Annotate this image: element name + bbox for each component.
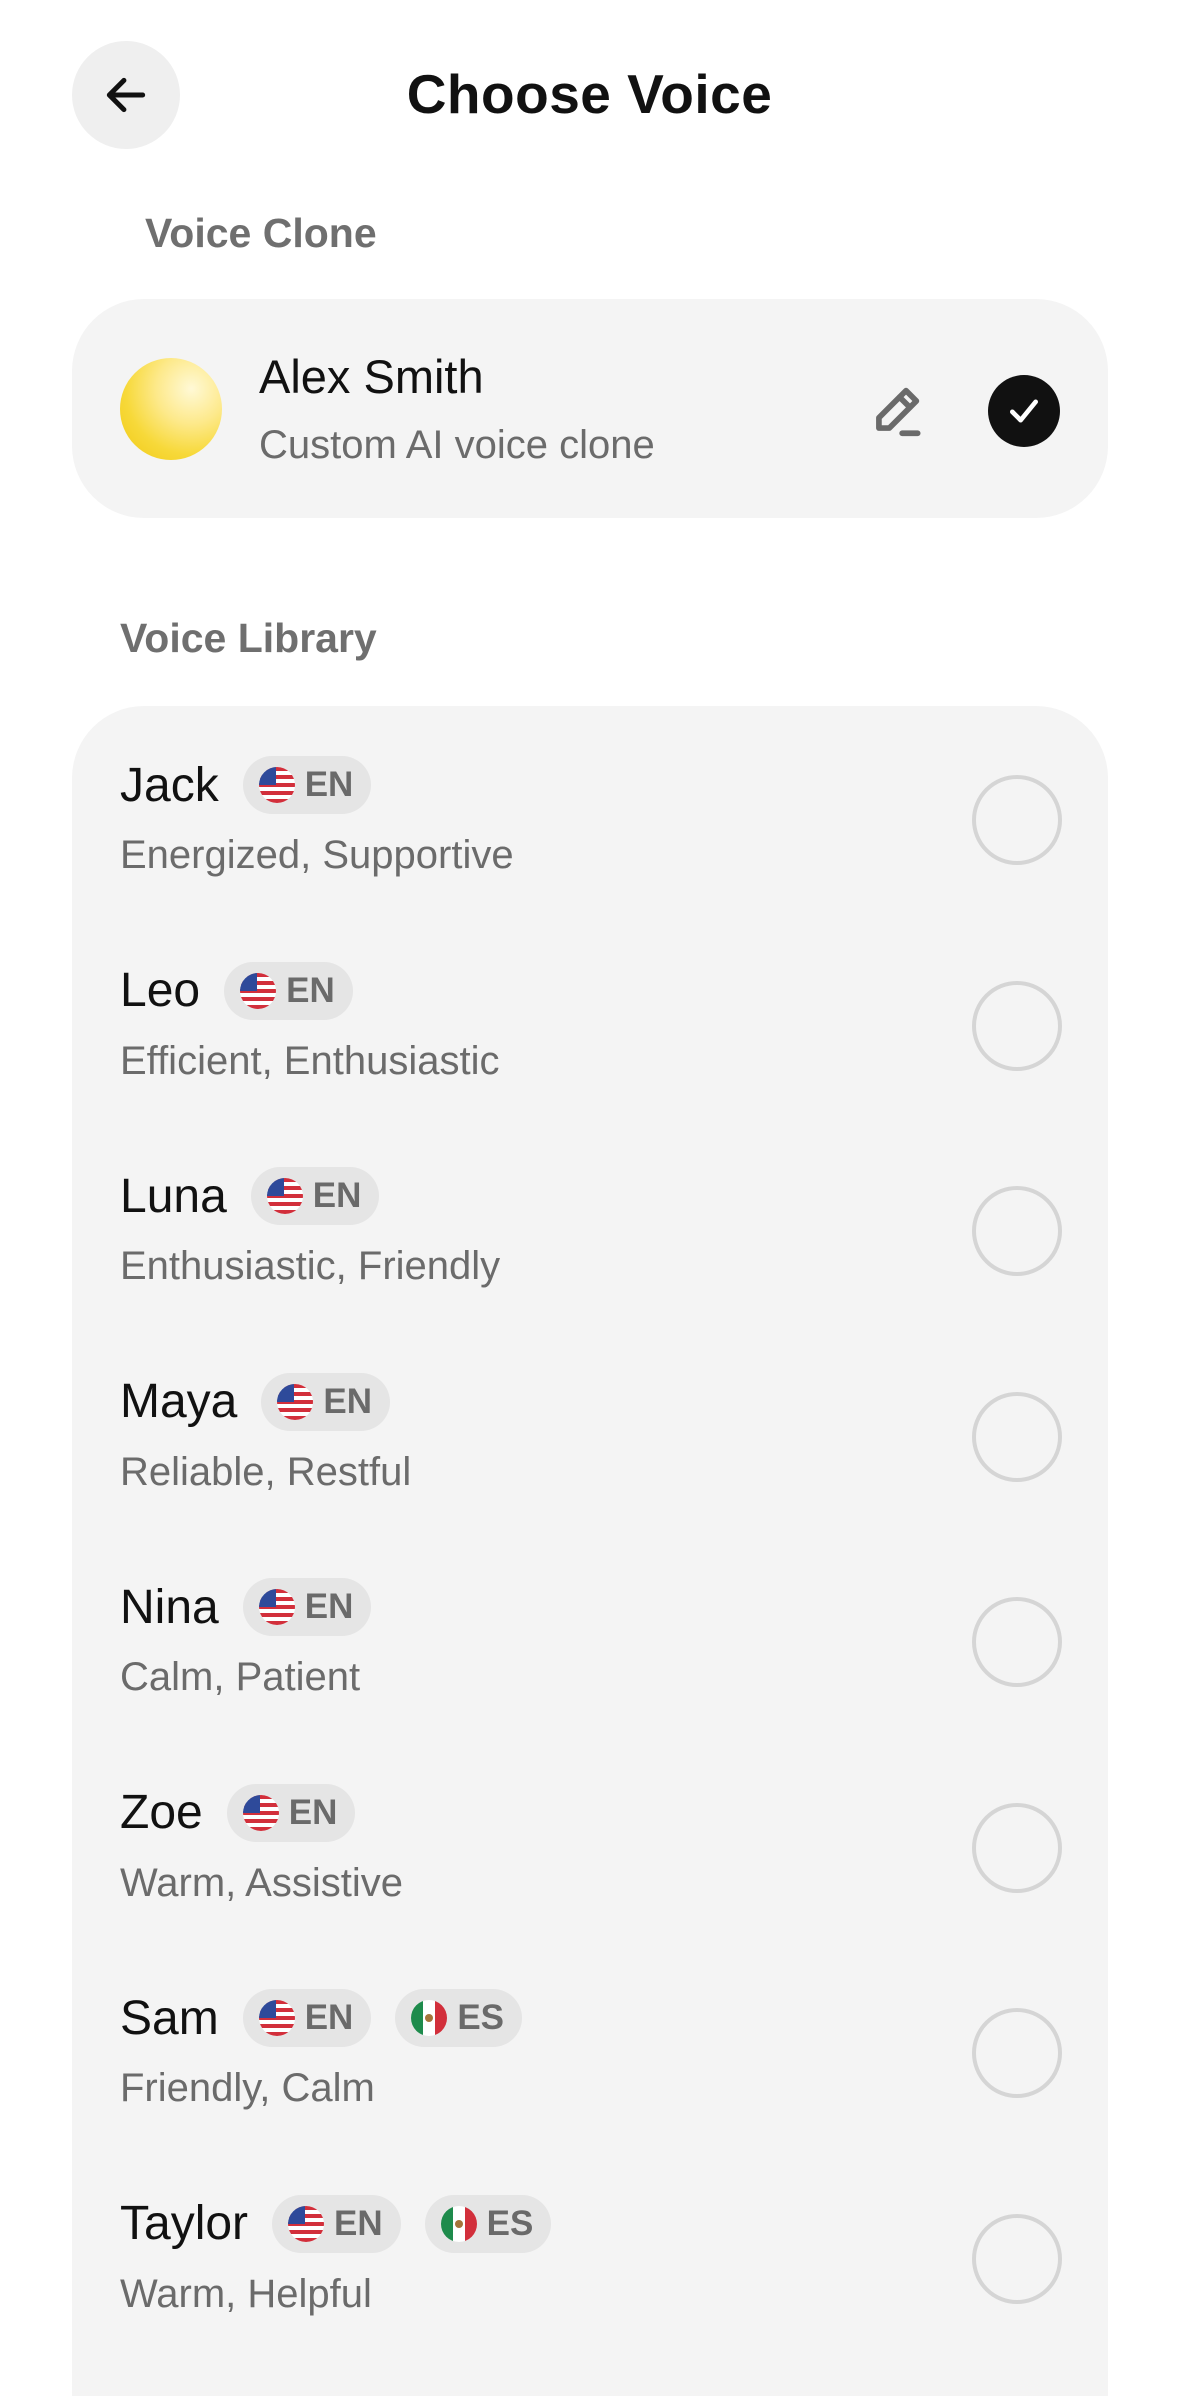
voice-name: Luna <box>120 1169 227 1223</box>
choose-voice-screen: Choose Voice Voice Clone Alex Smith Cust… <box>0 0 1179 2396</box>
voice-library-list: Jack EN Energized, Supportive Leo EN Efficien… <box>72 706 1108 2396</box>
language-badge-es: ES <box>395 1989 523 2047</box>
language-code: ES <box>457 1998 505 2037</box>
voice-traits: Enthusiastic, Friendly <box>120 1244 501 1288</box>
language-badge-en: EN <box>261 1372 390 1431</box>
voice-traits: Calm, Patient <box>120 1655 361 1699</box>
us-flag-icon <box>258 1589 295 1625</box>
voice-select-radio[interactable] <box>972 1597 1062 1687</box>
voice-name: Zoe <box>120 1786 203 1839</box>
voice-row-luna[interactable]: Luna EN Enthusiastic, Friendly <box>72 1117 1108 1322</box>
language-code: EN <box>288 1792 338 1832</box>
section-label-voice-clone: Voice Clone <box>145 210 377 256</box>
language-code: EN <box>286 970 335 1010</box>
voice-traits: Warm, Assistive <box>120 1860 403 1905</box>
voice-traits: Efficient, Enthusiastic <box>120 1038 500 1083</box>
voice-name: Nina <box>120 1580 219 1634</box>
language-code: EN <box>304 765 354 804</box>
voice-select-radio[interactable] <box>972 2008 1062 2098</box>
voice-traits: Energized, Supportive <box>120 833 514 877</box>
language-badge-en: EN <box>250 1167 380 1225</box>
voice-row-leo[interactable]: Leo EN Efficient, Enthusiastic <box>72 912 1108 1117</box>
us-flag-icon <box>258 767 295 803</box>
page-title: Choose Voice <box>406 63 773 125</box>
voice-traits: Warm, Helpful <box>120 2271 372 2316</box>
language-badge-en: EN <box>226 1783 356 1842</box>
us-flag-icon <box>258 2000 295 2036</box>
voice-name-line: Zoe EN <box>120 1783 356 1842</box>
voice-row-taylor[interactable]: Taylor EN ES Warm, Helpful <box>72 2145 1108 2350</box>
voice-name: Maya <box>120 1375 238 1428</box>
voice-select-radio[interactable] <box>972 2213 1062 2304</box>
voice-name: Jack <box>120 758 219 812</box>
voice-name-line: Leo EN <box>120 961 353 1020</box>
voice-name-line: Luna EN <box>120 1167 380 1225</box>
voice-name-line: Taylor EN ES <box>120 2194 552 2253</box>
check-icon <box>1010 399 1038 423</box>
language-code: EN <box>304 1587 354 1626</box>
language-code: EN <box>334 2203 383 2243</box>
language-badge-en: EN <box>242 756 372 814</box>
language-code: EN <box>304 1998 354 2037</box>
voice-row-zoe[interactable]: Zoe EN Warm, Assistive <box>72 1734 1108 1939</box>
edit-voice-clone-button[interactable] <box>862 375 932 445</box>
voice-name-line: Jack EN <box>120 756 372 814</box>
language-code: EN <box>312 1176 362 1215</box>
language-code: ES <box>486 2203 534 2243</box>
voice-select-radio[interactable] <box>972 1802 1062 1893</box>
voice-row-nina[interactable]: Nina EN Calm, Patient <box>72 1528 1108 1733</box>
language-code: EN <box>323 1381 372 1421</box>
section-label-voice-library: Voice Library <box>120 615 377 661</box>
voice-name-line: Sam EN ES <box>120 1989 523 2047</box>
voice-clone-subtitle: Custom AI voice clone <box>259 423 655 467</box>
voice-select-radio[interactable] <box>972 1391 1062 1482</box>
mexico-flag-icon <box>411 2000 448 2036</box>
language-badge-en: EN <box>242 1578 372 1636</box>
voice-traits: Reliable, Restful <box>120 1449 412 1494</box>
language-badge-es: ES <box>424 2194 552 2253</box>
mexico-flag-icon <box>440 2205 477 2242</box>
voice-name-line: Nina EN <box>120 1578 372 1636</box>
voice-row-maya[interactable]: Maya EN Reliable, Restful <box>72 1323 1108 1528</box>
voice-clone-card[interactable]: Alex Smith Custom AI voice clone <box>72 299 1108 518</box>
pencil-icon <box>876 387 921 437</box>
voice-select-radio[interactable] <box>972 775 1062 865</box>
voice-traits: Friendly, Calm <box>120 2066 375 2110</box>
us-flag-icon <box>266 1178 303 1214</box>
voice-clone-selected-check[interactable] <box>988 375 1060 447</box>
voice-row-jack[interactable]: Jack EN Energized, Supportive <box>72 706 1108 911</box>
language-badge-en: EN <box>242 1989 372 2047</box>
language-badge-en: EN <box>224 961 353 1020</box>
voice-clone-avatar <box>120 358 222 460</box>
voice-select-radio[interactable] <box>972 1186 1062 1276</box>
us-flag-icon <box>277 1383 314 1420</box>
us-flag-icon <box>240 972 277 1009</box>
voice-clone-name: Alex Smith <box>259 350 484 403</box>
voice-select-radio[interactable] <box>972 980 1062 1071</box>
voice-name: Leo <box>120 964 201 1017</box>
us-flag-icon <box>288 2205 325 2242</box>
voice-name: Taylor <box>120 2197 249 2250</box>
voice-name: Sam <box>120 1991 219 2045</box>
language-badge-en: EN <box>272 2194 401 2253</box>
us-flag-icon <box>242 1794 279 1831</box>
voice-row-sam[interactable]: Sam EN ES Friendly, Calm <box>72 1939 1108 2144</box>
voice-name-line: Maya EN <box>120 1372 390 1431</box>
